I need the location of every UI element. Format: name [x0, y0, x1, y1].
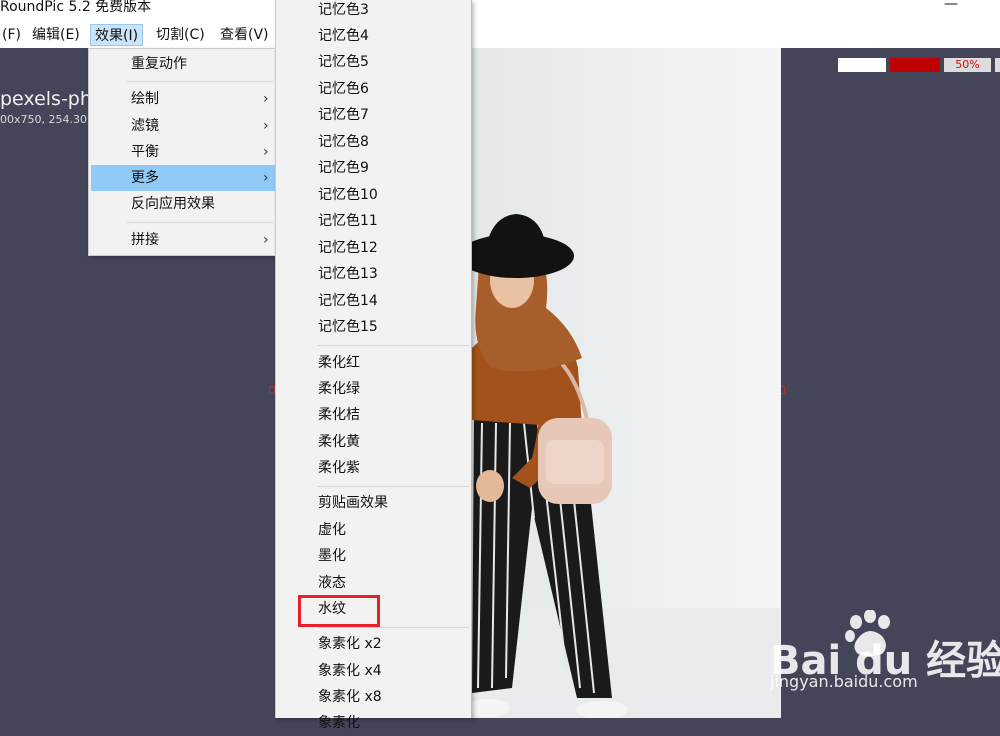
menu-item-label: 拼接 [131, 232, 159, 248]
submenu-item-label: 虚化 [318, 522, 346, 538]
submenu-item-label: 象素化 x2 [318, 636, 382, 652]
submenu-item[interactable]: 记忆色8 [276, 129, 471, 155]
submenu-item[interactable]: 柔化紫 [276, 455, 471, 481]
submenu-item-label: 液态 [318, 575, 346, 591]
submenu-item-label: 柔化紫 [318, 460, 360, 476]
menu-file[interactable]: (F) [0, 24, 25, 46]
submenu-item[interactable]: 柔化绿 [276, 376, 471, 402]
effects-menu-item-reverse[interactable]: 反向应用效果 [91, 191, 275, 217]
baidu-watermark: Bai du 经验 jingyan.baidu.com [770, 610, 1000, 718]
zoom-level[interactable]: 50% [944, 58, 991, 72]
chevron-right-icon: › [263, 170, 269, 186]
submenu-item[interactable]: 记忆色3 [276, 0, 471, 23]
effects-menu-item-repeat[interactable]: 重复动作 [91, 51, 275, 77]
chevron-right-icon: › [263, 91, 269, 107]
submenu-item-label: 象素化 x8 [318, 689, 382, 705]
submenu-item-label: 记忆色13 [318, 266, 378, 282]
submenu-item[interactable]: 剪贴画效果 [276, 490, 471, 516]
submenu-item[interactable]: 记忆色5 [276, 49, 471, 75]
submenu-item[interactable]: 记忆色9 [276, 155, 471, 181]
submenu-item[interactable]: 柔化桔 [276, 402, 471, 428]
submenu-item-label: 剪贴画效果 [318, 495, 388, 511]
submenu-item[interactable]: 记忆色10 [276, 182, 471, 208]
submenu-item[interactable]: 记忆色6 [276, 76, 471, 102]
submenu-item-label: 象素化 [318, 715, 360, 731]
submenu-item-label: 柔化黄 [318, 434, 360, 450]
submenu-item-label: 记忆色12 [318, 240, 378, 256]
submenu-item-label: 墨化 [318, 548, 346, 564]
effects-menu-item-draw[interactable]: 绘制 › [91, 86, 275, 112]
effects-menu-item-balance[interactable]: 平衡 › [91, 139, 275, 165]
submenu-item-label: 象素化 x4 [318, 663, 382, 679]
menu-separator [127, 222, 273, 223]
submenu-item[interactable]: 柔化红 [276, 350, 471, 376]
menu-item-label: 滤镜 [131, 118, 159, 134]
title-bar: RoundPic 5.2 免费版本 — [0, 0, 1000, 22]
submenu-item-label: 记忆色6 [318, 81, 369, 97]
menu-item-label: 平衡 [131, 144, 159, 160]
menu-view[interactable]: 查看(V) [216, 24, 273, 46]
effects-menu-item-more[interactable]: 更多 › [91, 165, 275, 191]
menu-effects[interactable]: 效果(I) [90, 24, 144, 46]
menu-separator [318, 486, 469, 487]
annotation-highlight-box [298, 595, 380, 627]
zoom-extra [995, 58, 1000, 72]
submenu-item-label: 柔化红 [318, 355, 360, 371]
file-info: 00x750, 254.30 [0, 113, 87, 126]
submenu-item-label: 记忆色14 [318, 293, 378, 309]
chevron-right-icon: › [263, 118, 269, 134]
submenu-item[interactable]: 记忆色4 [276, 23, 471, 49]
menu-bar [0, 22, 1000, 48]
menu-edit[interactable]: 编辑(E) [28, 24, 84, 46]
submenu-item[interactable]: 记忆色12 [276, 235, 471, 261]
effects-menu-item-stitch[interactable]: 拼接 › [91, 227, 275, 253]
menu-cut[interactable]: 切割(C) [152, 24, 209, 46]
color-swatch-white[interactable] [838, 58, 886, 72]
submenu-item-label: 记忆色10 [318, 187, 378, 203]
effects-menu-item-filter[interactable]: 滤镜 › [91, 113, 275, 139]
submenu-item-label: 记忆色3 [318, 2, 369, 18]
submenu-item-label: 记忆色15 [318, 319, 378, 335]
effects-dropdown: 重复动作 绘制 › 滤镜 › 平衡 › 更多 › 反向应用效果 拼接 › [88, 48, 276, 256]
submenu-item[interactable]: 记忆色14 [276, 288, 471, 314]
menu-item-label: 更多 [131, 170, 159, 186]
submenu-item[interactable]: 墨化 [276, 543, 471, 569]
submenu-item[interactable]: 象素化 x8 [276, 684, 471, 710]
submenu-item[interactable]: 记忆色15 [276, 314, 471, 340]
watermark-url: jingyan.baidu.com [770, 672, 918, 691]
app-title: RoundPic 5.2 免费版本 [0, 0, 152, 15]
submenu-item[interactable]: 记忆色11 [276, 208, 471, 234]
menu-item-label: 绘制 [131, 91, 159, 107]
submenu-item-label: 柔化绿 [318, 381, 360, 397]
submenu-item-label: 记忆色8 [318, 134, 369, 150]
submenu-item[interactable]: 象素化 x4 [276, 658, 471, 684]
minimize-button[interactable]: — [944, 0, 958, 12]
submenu-item-label: 记忆色11 [318, 213, 378, 229]
chevron-right-icon: › [263, 144, 269, 160]
submenu-item-label: 记忆色9 [318, 160, 369, 176]
submenu-item[interactable]: 虚化 [276, 517, 471, 543]
submenu-item-label: 记忆色4 [318, 28, 369, 44]
photo-canvas [472, 48, 781, 718]
submenu-item[interactable]: 液态 [276, 570, 471, 596]
color-swatch-red[interactable] [890, 58, 940, 72]
menu-item-label: 重复动作 [131, 56, 187, 72]
submenu-item[interactable]: 记忆色13 [276, 261, 471, 287]
chevron-right-icon: › [263, 232, 269, 248]
menu-item-label: 反向应用效果 [131, 196, 215, 212]
photo-illustration [472, 214, 781, 718]
submenu-item-label: 记忆色5 [318, 54, 369, 70]
submenu-item[interactable]: 象素化 x2 [276, 631, 471, 657]
menu-separator [318, 345, 469, 346]
submenu-item[interactable]: 柔化黄 [276, 429, 471, 455]
menu-separator [318, 627, 469, 628]
menu-separator [127, 81, 273, 82]
submenu-item-label: 记忆色7 [318, 107, 369, 123]
submenu-item-label: 柔化桔 [318, 407, 360, 423]
submenu-item[interactable]: 记忆色7 [276, 102, 471, 128]
submenu-item[interactable]: 象素化 [276, 710, 471, 736]
